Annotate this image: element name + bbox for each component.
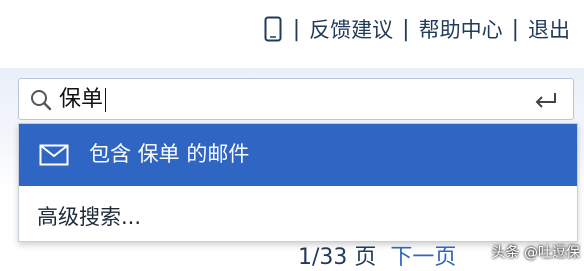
pagination: 1/33 页 下一页 [298, 240, 456, 270]
next-page-link[interactable]: 下一页 [390, 239, 456, 271]
search-suggestions-dropdown: 包含 保单 的邮件 高级搜索... [18, 123, 578, 242]
help-center-link[interactable]: 帮助中心 [419, 14, 503, 44]
top-nav: | 反馈建议 | 帮助中心 | 退出 [262, 14, 570, 44]
enter-icon[interactable] [533, 90, 559, 110]
search-input[interactable]: 保单 [18, 78, 574, 120]
suggestion-label: 包含 保单 的邮件 [89, 142, 250, 166]
page-info: 1/33 页 [298, 245, 377, 270]
nav-separator: | [402, 16, 410, 42]
search-icon[interactable] [29, 88, 53, 112]
advanced-search-item[interactable]: 高级搜索... [19, 198, 577, 238]
advanced-search-label: 高级搜索... [37, 205, 142, 229]
search-query-text: 保单 [59, 87, 104, 112]
mobile-phone-icon[interactable] [262, 15, 284, 43]
logout-link[interactable]: 退出 [528, 14, 570, 44]
search-query[interactable]: 保单 [59, 85, 107, 115]
suggestion-search-mail[interactable]: 包含 保单 的邮件 [19, 124, 577, 186]
mail-icon [39, 144, 69, 166]
nav-separator: | [292, 16, 301, 42]
text-cursor [105, 88, 107, 112]
nav-separator: | [511, 16, 519, 42]
watermark: 头条 @吐逗保 [491, 245, 580, 261]
feedback-link[interactable]: 反馈建议 [309, 14, 393, 44]
